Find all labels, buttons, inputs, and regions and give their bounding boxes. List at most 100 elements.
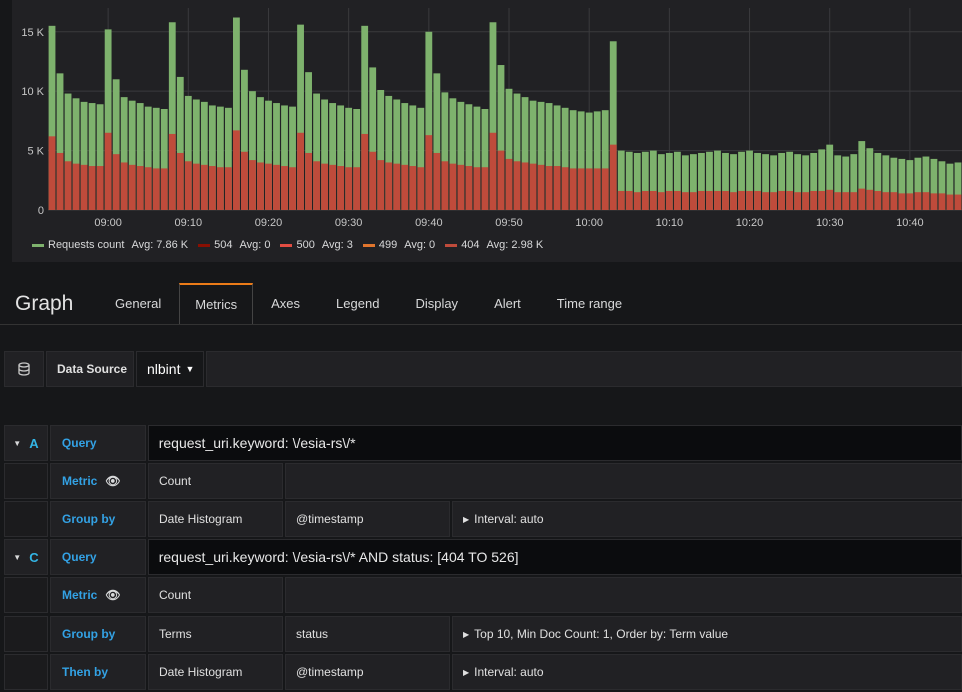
bar-404 <box>858 188 866 210</box>
query-c-thenby-type[interactable]: Date Histogram <box>148 654 283 690</box>
tab-time-range[interactable]: Time range <box>539 284 640 323</box>
x-tick-label: 10:30 <box>816 217 844 229</box>
bar-404 <box>249 160 256 210</box>
legend-swatch <box>280 243 293 247</box>
bar-404 <box>313 161 320 210</box>
bar-404 <box>698 190 705 210</box>
query-c-groupby-type[interactable]: Terms <box>148 616 283 652</box>
tab-display[interactable]: Display <box>397 284 476 323</box>
query-a-metric-filler <box>285 463 962 499</box>
bar-404 <box>208 166 216 210</box>
bar-404 <box>369 151 377 210</box>
query-c-thenby-label: Then by <box>50 654 146 690</box>
groupby-options-text: Interval: auto <box>474 512 544 526</box>
query-c-thenby-field[interactable]: @timestamp <box>285 654 450 690</box>
query-c-metric-label[interactable]: Metric 👁 <box>50 577 146 613</box>
bar-404 <box>345 167 353 210</box>
bar-404 <box>722 190 729 210</box>
tab-axes[interactable]: Axes <box>253 284 318 323</box>
bar-404 <box>922 192 930 210</box>
x-tick-label: 09:00 <box>94 217 122 229</box>
panel-type-title: Graph <box>15 292 74 315</box>
eye-icon[interactable]: 👁 <box>105 474 120 488</box>
query-a-input[interactable]: request_uri.keyword: \/esia-rs\/* <box>147 425 962 461</box>
bar-404 <box>681 192 689 210</box>
bar-404 <box>241 151 248 210</box>
bar-404 <box>56 152 64 210</box>
bar-404 <box>417 167 425 210</box>
graph-panel-body: 0 5 K 10 K 15 K 09:00 09:10 09:20 09:30 09:40 09:… <box>12 0 962 262</box>
query-c-toggle[interactable]: ▼ C <box>4 539 48 575</box>
bar-404 <box>834 192 842 210</box>
legend-series-name: Requests count <box>48 239 125 251</box>
bar-404 <box>569 168 577 210</box>
bar-404 <box>665 190 673 210</box>
bar-404 <box>778 190 786 210</box>
bar-404 <box>657 192 665 210</box>
bar-404 <box>898 193 906 210</box>
query-a-query-label: Query <box>49 425 146 461</box>
chart-legend: Requests count Avg: 7.86 K 504 Avg: 0 500 Avg… <box>32 239 543 251</box>
tab-legend[interactable]: Legend <box>318 284 397 323</box>
bar-404 <box>786 190 794 210</box>
bar-404 <box>954 194 962 210</box>
bar-404 <box>706 190 713 210</box>
legend-item-499[interactable]: 499 Avg: 0 <box>362 239 435 251</box>
graph-panel: 0 5 K 10 K 15 K 09:00 09:10 09:20 09:30 09:40 09:… <box>0 0 962 262</box>
tab-general[interactable]: General <box>97 284 179 323</box>
legend-item-404[interactable]: 404 Avg: 2.98 K <box>445 239 543 251</box>
query-c-query-label: Query <box>49 539 146 575</box>
thenby-options-text: Interval: auto <box>474 665 544 679</box>
bar-404 <box>561 167 569 210</box>
query-a-metric-type[interactable]: Count <box>148 463 283 499</box>
query-c-groupby-options[interactable]: ▶ Top 10, Min Doc Count: 1, Order by: Ter… <box>452 616 962 652</box>
query-a-metric-label[interactable]: Metric 👁 <box>50 463 146 499</box>
bar-404 <box>305 152 312 210</box>
x-tick-label: 10:40 <box>896 217 924 229</box>
legend-avg: Avg: 2.98 K <box>486 239 544 251</box>
bar-404 <box>377 160 385 210</box>
query-c-gutter <box>4 616 48 652</box>
bar-404 <box>176 152 184 210</box>
bar-404 <box>690 192 697 210</box>
query-a-groupby-options[interactable]: ▶ Interval: auto <box>452 501 962 537</box>
datasource-select[interactable]: nlbint ▼ <box>136 351 204 387</box>
bar-404 <box>882 192 890 210</box>
bar-404 <box>192 163 200 210</box>
query-a-letter: A <box>29 435 39 451</box>
query-c-metric-row: Metric 👁 Count <box>4 577 962 613</box>
bar-404 <box>48 136 56 210</box>
x-tick-label: 10:10 <box>656 217 684 229</box>
query-c-groupby-field[interactable]: status <box>285 616 450 652</box>
legend-item-504[interactable]: 504 Avg: 0 <box>198 239 270 251</box>
datasource-value: nlbint <box>147 361 181 377</box>
tab-alert[interactable]: Alert <box>476 284 539 323</box>
bar-404 <box>433 152 441 210</box>
bar-404 <box>449 163 457 210</box>
caret-down-icon: ▼ <box>13 552 22 562</box>
bar-404 <box>104 132 112 210</box>
legend-item-requests-count[interactable]: Requests count Avg: 7.86 K <box>32 239 188 251</box>
query-c-input[interactable]: request_uri.keyword: \/esia-rs\/* AND st… <box>147 539 962 575</box>
bar-404 <box>866 189 874 210</box>
query-a-groupby-field[interactable]: @timestamp <box>285 501 450 537</box>
bar-404 <box>513 161 521 210</box>
bar-404 <box>273 164 280 210</box>
legend-item-500[interactable]: 500 Avg: 3 <box>280 239 353 251</box>
bar-404 <box>609 144 617 210</box>
tab-metrics[interactable]: Metrics <box>179 283 254 324</box>
bar-404 <box>233 130 240 210</box>
bar-404 <box>289 167 296 210</box>
bar-404 <box>818 190 826 210</box>
x-tick-label: 10:00 <box>575 217 603 229</box>
caret-right-icon: ▶ <box>463 629 470 639</box>
bar-404 <box>770 192 777 210</box>
query-a-groupby-type[interactable]: Date Histogram <box>148 501 283 537</box>
requests-chart[interactable]: 0 5 K 10 K 15 K 09:00 09:10 09:20 09:30 09:40 09:… <box>12 0 962 232</box>
query-a-toggle[interactable]: ▼ A <box>4 425 48 461</box>
eye-icon[interactable]: 👁 <box>105 588 120 602</box>
bar-404 <box>297 132 304 210</box>
query-c-thenby-options[interactable]: ▶ Interval: auto <box>452 654 962 690</box>
query-c-metric-type[interactable]: Count <box>148 577 283 613</box>
bar-404 <box>80 164 88 210</box>
